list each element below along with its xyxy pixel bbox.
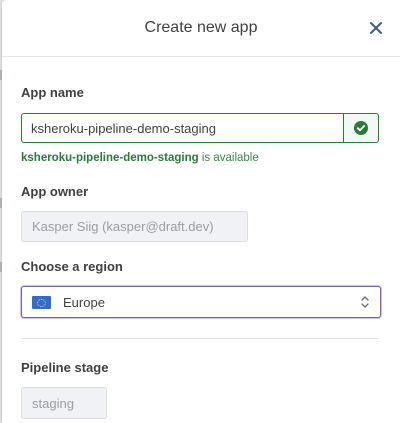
check-circle-icon [354,121,369,135]
chevron-updown-icon [361,296,369,308]
pipeline-stage-field: staging [21,387,107,419]
app-owner-label: App owner [21,184,89,199]
availability-suffix: is available [201,152,259,164]
app-name-field [21,113,379,143]
app-name-status [343,113,379,143]
app-name-label: App name [21,85,84,100]
modal-title: Create new app [144,19,258,36]
eu-flag-icon [32,295,51,309]
region-select[interactable]: Europe [21,286,381,318]
app-owner-value: Kasper Siig (kasper@draft.dev) [32,219,214,234]
app-owner-field: Kasper Siig (kasper@draft.dev) [21,211,248,242]
region-label: Choose a region [21,259,123,274]
pipeline-stage-value: staging [32,395,74,411]
close-icon[interactable] [366,18,386,38]
section-divider [21,338,379,339]
app-name-input[interactable] [21,113,344,143]
modal-header: Create new app [2,0,400,57]
region-selected: Europe [63,294,105,310]
availability-app-name: ksheroku-pipeline-demo-staging [21,152,199,164]
availability-message: ksheroku-pipeline-demo-staging is availa… [21,152,259,164]
pipeline-stage-label: Pipeline stage [21,360,109,375]
